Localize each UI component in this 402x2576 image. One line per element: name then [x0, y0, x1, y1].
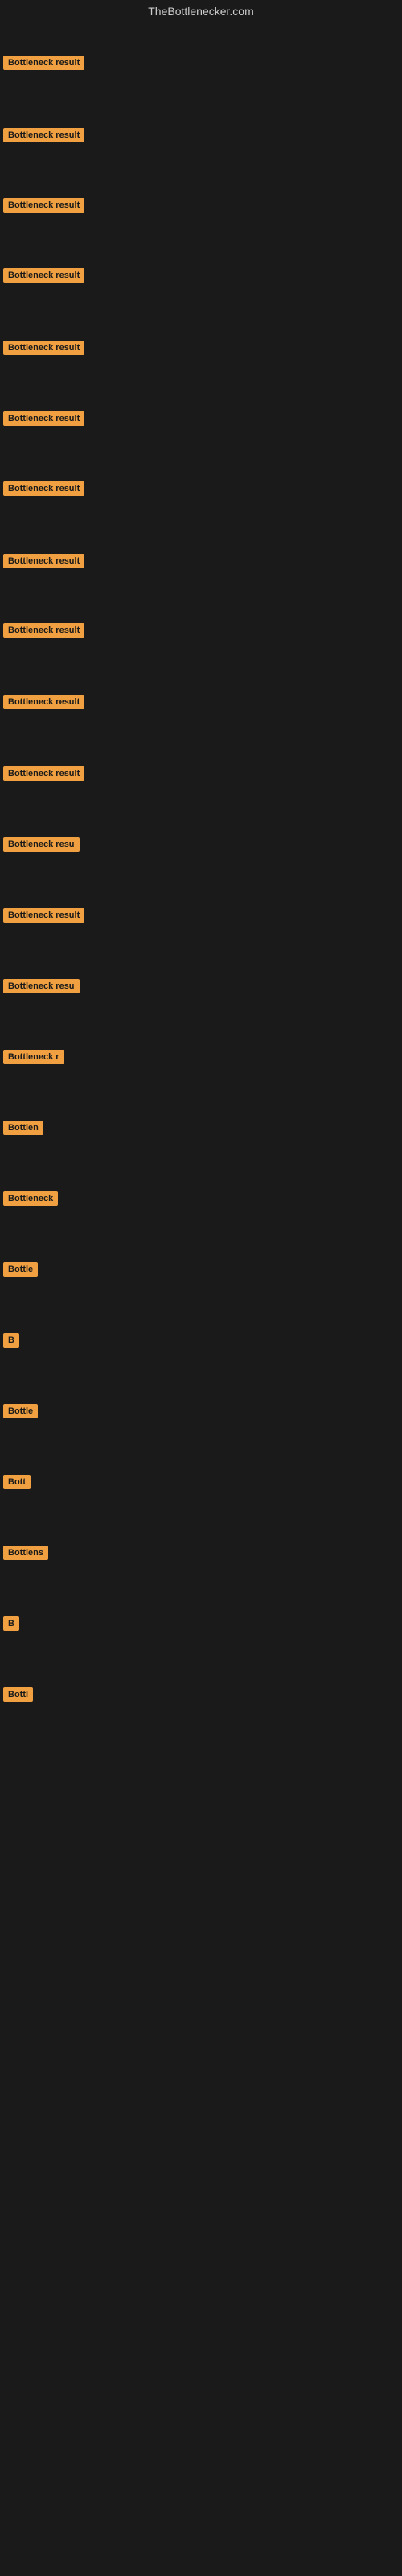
result-row-14: Bottleneck resu: [0, 976, 402, 1001]
result-row-5: Bottleneck result: [0, 337, 402, 362]
results-container: Bottleneck result Bottleneck result Bottle…: [0, 23, 402, 2566]
bottleneck-badge-5[interactable]: Bottleneck result: [3, 341, 84, 355]
result-row-21: Bott: [0, 1472, 402, 1496]
bottleneck-badge-24[interactable]: Bottl: [3, 1687, 33, 1702]
bottleneck-badge-1[interactable]: Bottleneck result: [3, 56, 84, 70]
bottleneck-badge-11[interactable]: Bottleneck result: [3, 766, 84, 781]
bottleneck-badge-16[interactable]: Bottlen: [3, 1121, 43, 1135]
result-row-17: Bottleneck: [0, 1188, 402, 1213]
result-row-16: Bottlen: [0, 1117, 402, 1142]
bottleneck-badge-2[interactable]: Bottleneck result: [3, 128, 84, 142]
bottleneck-badge-9[interactable]: Bottleneck result: [3, 623, 84, 638]
result-row-6: Bottleneck result: [0, 408, 402, 433]
bottleneck-badge-6[interactable]: Bottleneck result: [3, 411, 84, 426]
bottleneck-badge-23[interactable]: B: [3, 1616, 19, 1631]
result-row-24: Bottl: [0, 1684, 402, 1709]
bottleneck-badge-20[interactable]: Bottle: [3, 1404, 38, 1418]
result-row-12: Bottleneck resu: [0, 834, 402, 859]
result-row-2: Bottleneck result: [0, 125, 402, 150]
bottleneck-badge-22[interactable]: Bottlens: [3, 1546, 48, 1560]
site-title-text: TheBottlenecker.com: [148, 5, 254, 18]
bottleneck-badge-10[interactable]: Bottleneck result: [3, 695, 84, 709]
bottleneck-badge-4[interactable]: Bottleneck result: [3, 268, 84, 283]
result-row-23: B: [0, 1613, 402, 1638]
site-header: TheBottlenecker.com: [0, 0, 402, 23]
bottleneck-badge-17[interactable]: Bottleneck: [3, 1191, 58, 1206]
bottleneck-badge-21[interactable]: Bott: [3, 1475, 31, 1489]
result-row-22: Bottlens: [0, 1542, 402, 1567]
result-row-11: Bottleneck result: [0, 763, 402, 788]
result-row-10: Bottleneck result: [0, 691, 402, 716]
result-row-4: Bottleneck result: [0, 265, 402, 290]
bottleneck-badge-13[interactable]: Bottleneck result: [3, 908, 84, 923]
bottleneck-badge-8[interactable]: Bottleneck result: [3, 554, 84, 568]
result-row-1: Bottleneck result: [0, 52, 402, 77]
bottleneck-badge-15[interactable]: Bottleneck r: [3, 1050, 64, 1064]
bottleneck-badge-14[interactable]: Bottleneck resu: [3, 979, 80, 993]
result-row-9: Bottleneck result: [0, 620, 402, 645]
result-row-3: Bottleneck result: [0, 195, 402, 220]
result-row-7: Bottleneck result: [0, 478, 402, 503]
result-row-19: B: [0, 1330, 402, 1355]
result-row-20: Bottle: [0, 1401, 402, 1426]
bottleneck-badge-12[interactable]: Bottleneck resu: [3, 837, 80, 852]
bottleneck-badge-18[interactable]: Bottle: [3, 1262, 38, 1277]
bottleneck-badge-7[interactable]: Bottleneck result: [3, 481, 84, 496]
result-row-13: Bottleneck result: [0, 905, 402, 930]
bottleneck-badge-3[interactable]: Bottleneck result: [3, 198, 84, 213]
result-row-8: Bottleneck result: [0, 551, 402, 576]
bottleneck-badge-19[interactable]: B: [3, 1333, 19, 1348]
result-row-18: Bottle: [0, 1259, 402, 1284]
result-row-15: Bottleneck r: [0, 1046, 402, 1071]
